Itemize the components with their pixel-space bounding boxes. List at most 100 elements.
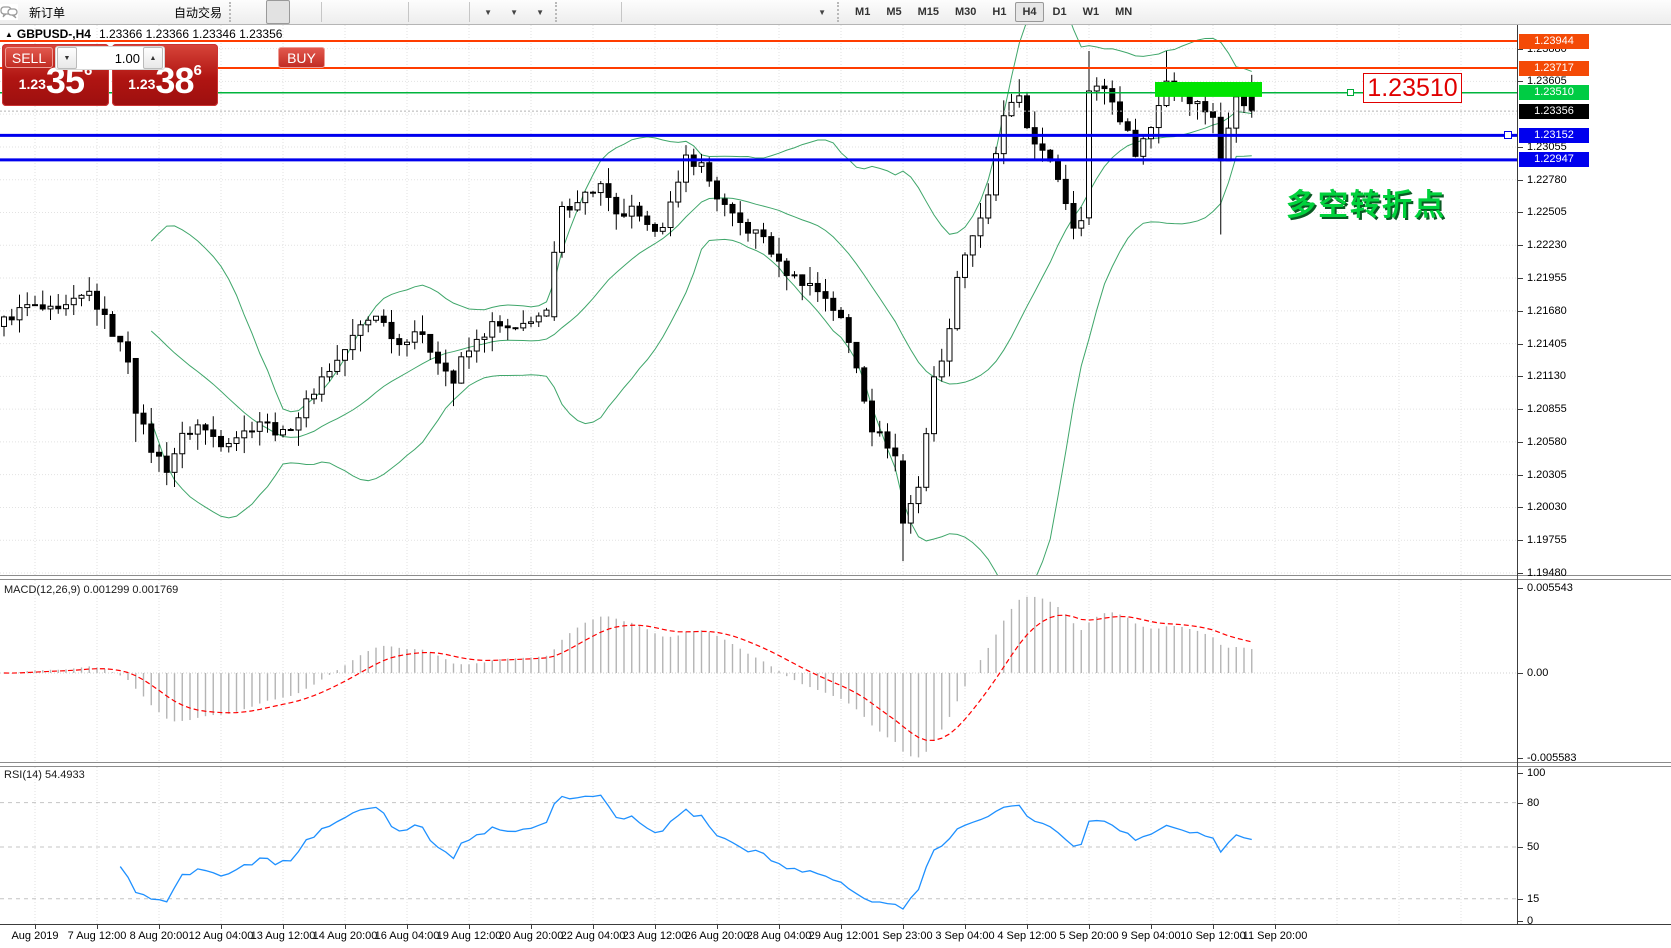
price-tick-mark [1518, 278, 1523, 279]
zoom-in-button[interactable] [327, 0, 351, 24]
toolbar-drag-handle[interactable] [837, 2, 844, 22]
time-axis-label: 11 Sep 20:00 [1243, 930, 1308, 942]
vertical-line-button[interactable] [627, 0, 651, 24]
price-label-handle[interactable] [1347, 89, 1354, 96]
autotrading-label[interactable]: 自动交易 [174, 4, 222, 21]
hline-selection-handle[interactable] [1504, 131, 1512, 139]
periods-dropdown-caret[interactable]: ▼ [510, 8, 518, 17]
tab-timeframe-M30[interactable]: M30 [948, 2, 983, 22]
price-tick-label: 1.22230 [1527, 239, 1567, 251]
tile-windows-button[interactable] [379, 0, 403, 24]
time-axis-label: 8 Aug 20:00 [130, 930, 189, 942]
new-order-label[interactable]: 新订单 [29, 4, 65, 21]
equidistant-channel-button[interactable]: E [705, 0, 729, 24]
collapse-panel-icon[interactable]: ▲ [5, 30, 13, 39]
time-tick-mark [221, 925, 222, 929]
tab-timeframe-W1[interactable]: W1 [1076, 2, 1107, 22]
tab-timeframe-D1[interactable]: D1 [1046, 2, 1074, 22]
indicators-dropdown-caret[interactable]: ▼ [484, 8, 492, 17]
indicators-button[interactable]: ▼ [475, 0, 499, 24]
periods-button[interactable]: ▼ [501, 0, 525, 24]
rsi-tick-mark [1518, 921, 1523, 922]
trendline-button[interactable] [679, 0, 703, 24]
time-axis[interactable]: Aug 20197 Aug 12:008 Aug 20:0012 Aug 04:… [0, 924, 1671, 948]
time-axis-label: 16 Aug 04:00 [375, 930, 440, 942]
time-axis-label: 10 Sep 12:00 [1180, 930, 1245, 942]
timeframe-group: M1M5M15M30H1H4D1W1MN [847, 2, 1140, 22]
macd-tick-label: 0.005543 [1527, 582, 1573, 594]
time-axis-label: 3 Sep 04:00 [935, 930, 994, 942]
rsi-tick-mark [1518, 803, 1523, 804]
candlestick-chart-button[interactable] [266, 0, 290, 24]
tab-timeframe-M15[interactable]: M15 [911, 2, 946, 22]
tab-timeframe-MN[interactable]: MN [1108, 2, 1139, 22]
rsi-value: 54.4933 [45, 769, 85, 781]
bar-chart-button[interactable] [240, 0, 264, 24]
one-click-trading-panel: SELL 1.23356 BUY 1.23386 ▼ ▲ [2, 44, 218, 106]
price-tick-mark [1518, 344, 1523, 345]
macd-tick-mark [1518, 673, 1523, 674]
text-button[interactable]: A [757, 0, 781, 24]
tab-timeframe-H4[interactable]: H4 [1015, 2, 1043, 22]
time-tick-mark [593, 925, 594, 929]
price-tick-mark [1518, 442, 1523, 443]
templates-dropdown-caret[interactable]: ▼ [536, 8, 544, 17]
templates-button[interactable]: ▼ [527, 0, 551, 24]
text-label-button[interactable]: T [783, 0, 807, 24]
price-tick-label: 1.21130 [1527, 370, 1566, 382]
price-level-label[interactable]: 1.23510 [1363, 73, 1462, 103]
rsi-tick-label: 100 [1527, 767, 1545, 779]
time-tick-mark [97, 925, 98, 929]
search-button[interactable] [1612, 0, 1636, 24]
chart-annotation-text[interactable]: 多空转折点 [1286, 180, 1446, 224]
horizontal-line-button[interactable] [653, 0, 677, 24]
crosshair-button[interactable] [592, 0, 616, 24]
macd-values: 0.001299 0.001769 [83, 584, 178, 596]
symbol-title: GBPUSD-,H4 [17, 27, 91, 41]
price-badge: 1.23510 [1519, 85, 1589, 100]
main-chart-canvas[interactable] [0, 25, 1517, 575]
macd-tick-label: 0.00 [1527, 667, 1548, 679]
macd-tick-mark [1518, 758, 1523, 759]
price-tick-mark [1518, 180, 1523, 181]
arrows-dropdown-caret[interactable]: ▼ [818, 8, 826, 17]
tab-timeframe-M1[interactable]: M1 [848, 2, 877, 22]
expert-advisors-button[interactable] [70, 0, 94, 24]
toolbar-drag-handle[interactable] [229, 2, 236, 22]
toolbar: 新订单 自动交易 [0, 0, 1671, 25]
price-tick-mark [1518, 245, 1523, 246]
buy-button[interactable]: BUY [278, 47, 325, 68]
auto-scroll-button[interactable] [414, 0, 438, 24]
zoom-out-button[interactable] [353, 0, 377, 24]
volume-increment-button[interactable]: ▲ [143, 47, 163, 69]
time-axis-label: 4 Sep 12:00 [997, 930, 1056, 942]
tab-timeframe-H1[interactable]: H1 [985, 2, 1013, 22]
fibonacci-button[interactable]: F [731, 0, 755, 24]
time-tick-mark [1213, 925, 1214, 929]
autotrading-button[interactable] [148, 0, 172, 24]
macd-tick-mark [1518, 588, 1523, 589]
buy-price-prefix: 1.23 [128, 76, 155, 92]
volume-decrement-button[interactable]: ▼ [57, 47, 77, 69]
chart-shift-button[interactable] [440, 0, 464, 24]
signals-button[interactable] [122, 0, 146, 24]
time-tick-mark [779, 925, 780, 929]
volume-input[interactable] [78, 50, 142, 67]
price-tick-mark [1518, 475, 1523, 476]
macd-pane-canvas[interactable] [0, 580, 1517, 762]
price-badge: 1.23356 [1519, 104, 1589, 119]
price-tick-mark [1518, 409, 1523, 410]
price-badge: 1.23152 [1519, 128, 1589, 143]
price-tick-label: 1.19755 [1527, 534, 1567, 546]
chat-button[interactable] [1638, 0, 1662, 24]
time-axis-label: 29 Aug 12:00 [809, 930, 874, 942]
community-button[interactable] [96, 0, 120, 24]
cursor-button[interactable] [566, 0, 590, 24]
rsi-pane-canvas[interactable] [0, 767, 1517, 924]
arrows-button[interactable]: ▼ [809, 0, 833, 24]
rsi-tick-label: 80 [1527, 797, 1539, 809]
toolbar-drag-handle[interactable] [555, 2, 562, 22]
tab-timeframe-M5[interactable]: M5 [879, 2, 908, 22]
time-axis-label: Aug 2019 [11, 930, 58, 942]
line-chart-button[interactable] [292, 0, 316, 24]
